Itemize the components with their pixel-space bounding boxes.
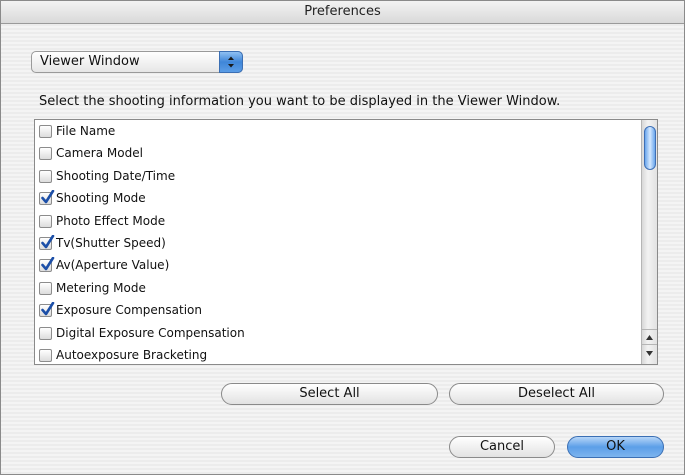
list-item-label: Photo Effect Mode	[56, 213, 166, 228]
list-item-label: Shooting Mode	[56, 191, 146, 206]
popup-selected-value: Viewer Window	[40, 54, 140, 69]
checkbox[interactable]	[39, 214, 52, 228]
list-item-label: Camera Model	[56, 146, 143, 161]
deselect-all-button[interactable]: Deselect All	[449, 383, 664, 405]
checkbox-checked[interactable]	[39, 235, 55, 250]
list-item-label: File Name	[56, 124, 116, 138]
cancel-button[interactable]: Cancel	[449, 436, 555, 458]
checkbox-checked[interactable]	[39, 190, 55, 206]
ok-button[interactable]: OK	[567, 436, 664, 458]
scroll-up-arrow-icon[interactable]	[642, 329, 657, 344]
list-item-label: Metering Mode	[56, 280, 146, 295]
checkbox[interactable]	[39, 281, 52, 295]
checkbox[interactable]	[39, 349, 52, 362]
checkbox[interactable]	[39, 147, 52, 161]
instruction-text: Select the shooting information you want…	[39, 94, 561, 109]
checkbox-checked[interactable]	[39, 257, 55, 273]
checkbox[interactable]	[39, 125, 52, 138]
list-item-label: Shooting Date/Time	[56, 168, 176, 183]
preferences-window: Preferences Viewer Window Select the sho…	[0, 0, 685, 475]
list-item-label: Autoexposure Bracketing	[56, 348, 208, 362]
list-item-label: Digital Exposure Compensation	[56, 325, 245, 340]
popup-arrows-icon[interactable]	[219, 51, 243, 73]
shooting-info-list[interactable]: File Name Camera Model Shooting Date/Time S…	[34, 119, 658, 365]
checkbox[interactable]	[39, 169, 52, 183]
window-title: Preferences	[1, 1, 684, 24]
list-item-label: Exposure Compensation	[56, 303, 202, 318]
checkbox[interactable]	[39, 326, 52, 340]
select-all-button[interactable]: Select All	[221, 383, 438, 405]
scroll-down-arrow-icon[interactable]	[642, 344, 657, 359]
list-item-label: Tv(Shutter Speed)	[56, 236, 166, 250]
checkbox-checked[interactable]	[39, 302, 55, 318]
scrollbar-thumb[interactable]	[644, 126, 656, 170]
list-item-label: Av(Aperture Value)	[56, 258, 170, 273]
view-selector-popup[interactable]: Viewer Window	[31, 51, 243, 73]
vertical-scrollbar[interactable]	[641, 120, 657, 364]
